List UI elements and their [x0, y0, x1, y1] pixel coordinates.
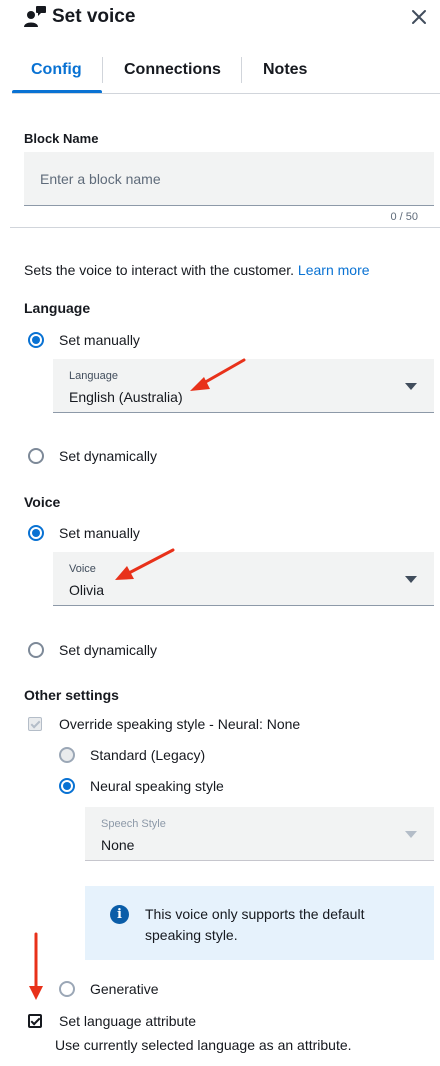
panel-title: Set voice	[52, 6, 136, 27]
speech-style-value: None	[101, 837, 135, 853]
radio-selected-icon	[28, 332, 44, 348]
voice-select[interactable]: Voice Olivia	[53, 552, 434, 606]
voice-select-label: Voice	[69, 563, 96, 575]
description-text: Sets the voice to interact with the cust…	[24, 262, 295, 278]
tab-config[interactable]: Config	[31, 61, 82, 79]
voice-set-manually-radio[interactable]: Set manually	[28, 523, 140, 543]
radio-unselected-icon	[59, 981, 75, 997]
tab-notes[interactable]: Notes	[263, 61, 307, 79]
radio-label: Set dynamically	[59, 642, 158, 658]
block-name-input[interactable]	[24, 152, 434, 205]
radio-unselected-icon	[28, 448, 44, 464]
close-icon[interactable]	[409, 7, 429, 27]
tab-connections[interactable]: Connections	[124, 61, 221, 79]
caret-down-icon	[405, 576, 417, 583]
standard-legacy-radio[interactable]: Standard (Legacy)	[59, 745, 205, 765]
description: Sets the voice to interact with the cust…	[24, 262, 370, 278]
block-name-label: Block Name	[24, 131, 99, 146]
voice-person-icon	[24, 6, 46, 27]
checkbox-disabled-icon	[28, 717, 42, 731]
checkbox-label: Set language attribute	[59, 1013, 196, 1029]
tab-bar: Config Connections Notes	[12, 52, 440, 94]
radio-label: Generative	[90, 981, 159, 997]
speech-style-select: Speech Style None	[85, 807, 434, 861]
radio-unselected-icon	[59, 747, 75, 763]
panel-header: Set voice	[0, 0, 440, 36]
generative-radio[interactable]: Generative	[59, 979, 158, 999]
info-text: This voice only supports the default spe…	[145, 906, 365, 943]
radio-selected-icon	[28, 525, 44, 541]
set-language-attribute-checkbox[interactable]: Set language attribute	[28, 1011, 196, 1031]
block-name-field-wrapper	[24, 152, 434, 206]
language-set-dynamically-radio[interactable]: Set dynamically	[28, 446, 157, 466]
radio-selected-icon	[59, 778, 75, 794]
other-settings-heading: Other settings	[24, 687, 119, 703]
info-icon: i	[110, 905, 129, 924]
section-divider	[10, 227, 440, 228]
checkbox-label: Override speaking style - Neural: None	[59, 716, 301, 732]
speech-style-label: Speech Style	[101, 818, 166, 830]
voice-heading: Voice	[24, 494, 61, 510]
language-set-manually-radio[interactable]: Set manually	[28, 330, 140, 350]
language-select-value: English (Australia)	[69, 389, 183, 405]
language-select[interactable]: Language English (Australia)	[53, 359, 434, 413]
radio-label: Standard (Legacy)	[90, 747, 206, 763]
voice-set-dynamically-radio[interactable]: Set dynamically	[28, 640, 157, 660]
neural-speaking-style-radio[interactable]: Neural speaking style	[59, 776, 224, 796]
radio-unselected-icon	[28, 642, 44, 658]
tab-separator	[102, 57, 103, 83]
language-select-label: Language	[69, 370, 118, 382]
voice-select-value: Olivia	[69, 582, 105, 598]
annotation-arrow-icon	[29, 932, 43, 1000]
set-language-attribute-description: Use currently selected language as an at…	[55, 1037, 352, 1053]
tab-separator	[241, 57, 242, 83]
override-speaking-style-checkbox[interactable]: Override speaking style - Neural: None	[28, 714, 300, 734]
caret-down-icon	[405, 383, 417, 390]
radio-label: Set manually	[59, 525, 140, 541]
checkbox-checked-icon	[28, 1014, 42, 1028]
language-heading: Language	[24, 300, 91, 316]
info-alert: i This voice only supports the default s…	[85, 886, 434, 960]
radio-label: Set dynamically	[59, 448, 158, 464]
caret-down-icon	[405, 831, 417, 838]
char-counter: 0 / 50	[390, 211, 418, 223]
radio-label: Set manually	[59, 332, 140, 348]
learn-more-link[interactable]: Learn more	[298, 262, 370, 278]
radio-label: Neural speaking style	[90, 778, 224, 794]
tab-bar-border	[12, 93, 440, 94]
